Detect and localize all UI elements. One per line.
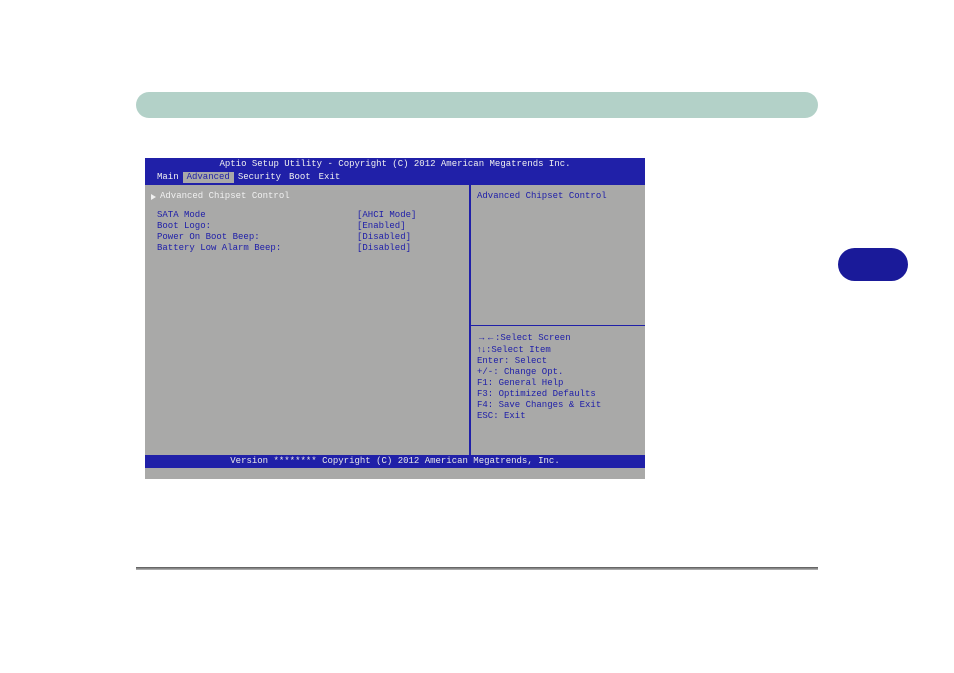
setting-label: Power On Boot Beep: (157, 232, 357, 243)
menu-security[interactable]: Security (234, 172, 285, 183)
help-enter: Enter: Select (477, 356, 639, 367)
menu-exit[interactable]: Exit (315, 172, 345, 183)
setting-label: Battery Low Alarm Beep: (157, 243, 357, 254)
page-header-bar (136, 92, 818, 118)
setting-value: [Enabled] (357, 221, 406, 232)
setting-boot-logo[interactable]: Boot Logo: [Enabled] (157, 221, 463, 232)
bios-window: Aptio Setup Utility - Copyright (C) 2012… (145, 158, 645, 479)
setting-battery-low-alarm-beep[interactable]: Battery Low Alarm Beep: [Disabled] (157, 243, 463, 254)
menu-boot[interactable]: Boot (285, 172, 315, 183)
bios-title: Aptio Setup Utility - Copyright (C) 2012… (145, 158, 645, 171)
section-divider (136, 567, 818, 570)
setting-sata-mode[interactable]: SATA Mode [AHCI Mode] (157, 210, 463, 221)
bios-right-pane: Advanced Chipset Control →←:Select Scree… (470, 184, 645, 455)
setting-value: [Disabled] (357, 243, 411, 254)
bios-left-pane: Advanced Chipset Control SATA Mode [AHCI… (145, 184, 470, 455)
help-f3: F3: Optimized Defaults (477, 389, 639, 400)
help-change-opt: +/-: Change Opt. (477, 367, 639, 378)
setting-power-on-boot-beep[interactable]: Power On Boot Beep: [Disabled] (157, 232, 463, 243)
bios-key-help: →←:Select Screen ↑↓:Select Item Enter: S… (470, 325, 645, 455)
help-esc: ESC: Exit (477, 411, 639, 422)
submenu-arrow-icon (151, 194, 156, 200)
help-select-item: ↑↓:Select Item (477, 344, 639, 356)
side-tab-indicator (838, 248, 908, 281)
advanced-chipset-label: Advanced Chipset Control (160, 191, 290, 202)
setting-value: [Disabled] (357, 232, 411, 243)
setting-label: SATA Mode (157, 210, 357, 221)
arrow-right-icon: → (477, 332, 486, 342)
bios-body: Advanced Chipset Control SATA Mode [AHCI… (145, 184, 645, 455)
bios-footer: Version ******** Copyright (C) 2012 Amer… (145, 455, 645, 468)
advanced-chipset-control-item[interactable]: Advanced Chipset Control (151, 191, 463, 202)
help-select-screen: →←:Select Screen (477, 332, 639, 344)
help-f4: F4: Save Changes & Exit (477, 400, 639, 411)
setting-value: [AHCI Mode] (357, 210, 416, 221)
bios-help-description: Advanced Chipset Control (470, 184, 645, 325)
bios-menu-bar: MainAdvancedSecurityBootExit (145, 171, 645, 184)
menu-advanced[interactable]: Advanced (183, 172, 234, 183)
help-description-text: Advanced Chipset Control (477, 191, 607, 201)
menu-main[interactable]: Main (153, 172, 183, 183)
setting-label: Boot Logo: (157, 221, 357, 232)
help-f1: F1: General Help (477, 378, 639, 389)
arrow-left-icon: ← (486, 332, 495, 342)
